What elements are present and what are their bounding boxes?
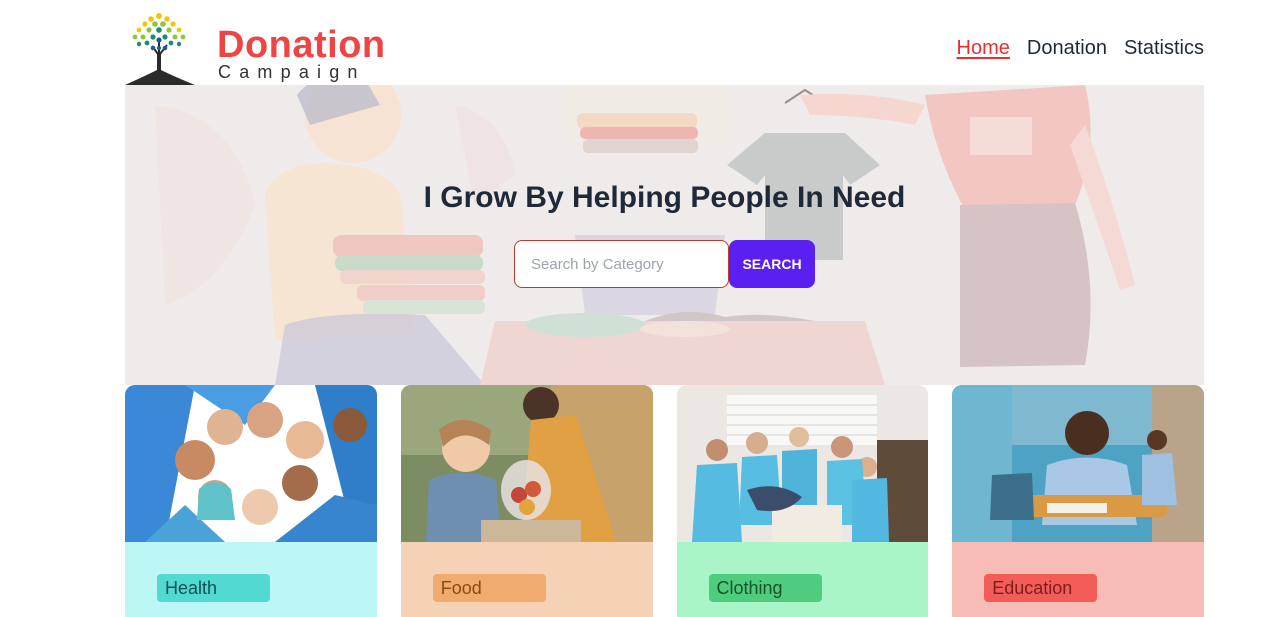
category-tag: Health <box>157 574 270 602</box>
group-huddle-photo <box>125 385 377 542</box>
nav-link-home[interactable]: Home <box>957 38 1010 58</box>
category-card-health[interactable]: Health <box>125 385 377 617</box>
nav-link-donation[interactable]: Donation <box>1027 38 1107 58</box>
brand-subtitle: Campaign <box>218 62 366 82</box>
site-logo[interactable]: Donation Campaign <box>125 10 395 86</box>
tree-logo-icon <box>125 13 195 85</box>
nav-link-statistics[interactable]: Statistics <box>1124 38 1204 58</box>
card-body: Health <box>125 542 377 617</box>
girl-receiving-food-photo <box>400 385 653 542</box>
donation-illustration <box>155 85 1135 385</box>
card-body: Clothing <box>676 542 929 617</box>
hero-banner: I Grow By Helping People In Need SEARCH <box>125 85 1204 385</box>
category-card-education[interactable]: Education <box>952 385 1204 617</box>
search-button[interactable]: SEARCH <box>729 240 815 288</box>
search-bar: SEARCH <box>514 240 815 288</box>
student-at-desk-photo <box>952 385 1204 542</box>
card-body: Education <box>952 542 1204 617</box>
search-input[interactable] <box>514 240 729 288</box>
main-nav: Home Donation Statistics <box>957 38 1204 58</box>
volunteers-sorting-clothes-photo <box>676 385 929 542</box>
category-tag: Education <box>984 574 1098 602</box>
category-card-food[interactable]: Food <box>400 385 653 617</box>
category-cards: Health Food Clothing Education <box>125 385 1204 617</box>
brand-title: Donation <box>217 24 386 66</box>
category-tag: Clothing <box>708 574 822 602</box>
category-card-clothing[interactable]: Clothing <box>676 385 929 617</box>
category-tag: Food <box>432 574 546 602</box>
hero-title: I Grow By Helping People In Need <box>423 181 906 214</box>
site-header: Donation Campaign Home Donation Statisti… <box>0 0 1269 86</box>
card-body: Food <box>400 542 653 617</box>
